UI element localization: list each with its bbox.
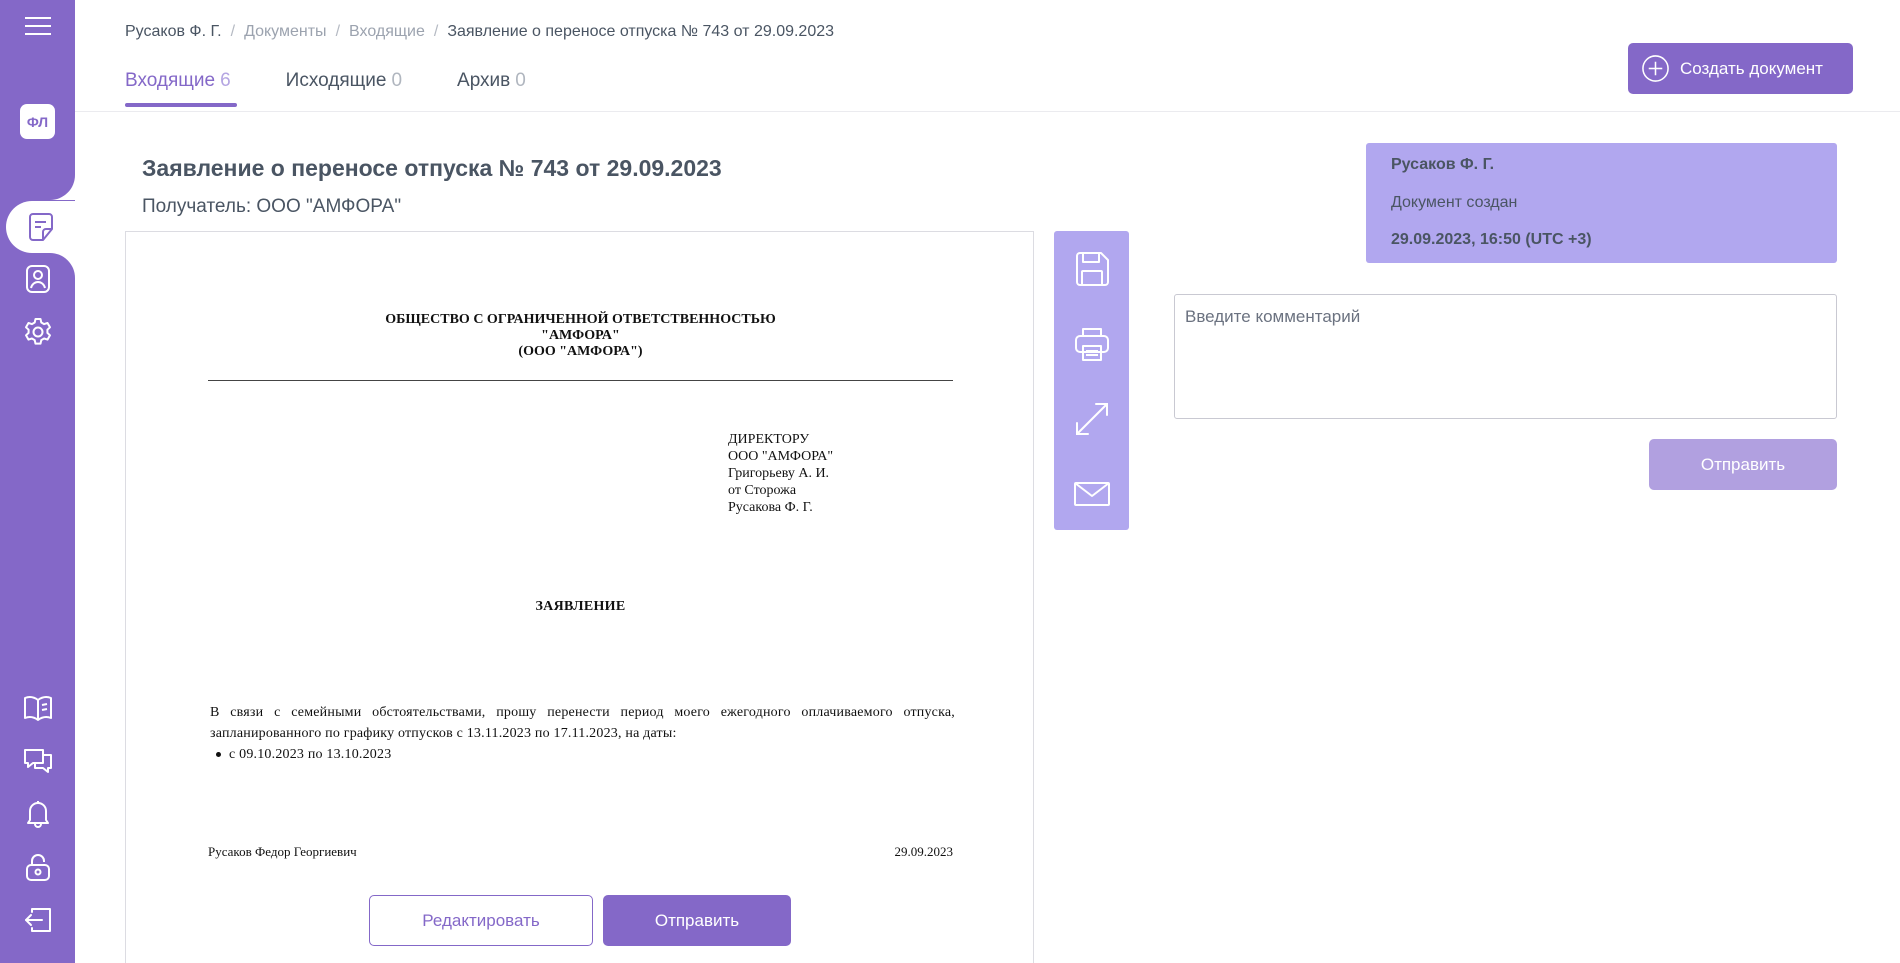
sidebar-item-security[interactable] <box>0 841 75 893</box>
addressee-line: Русакова Ф. Г. <box>728 500 813 515</box>
history-card: Русаков Ф. Г. Документ создан 29.09.2023… <box>1366 143 1837 263</box>
addressee-line: от Сторожа <box>728 483 797 498</box>
org-name-line: "АМФОРА" <box>541 328 620 343</box>
sidebar-item-documents[interactable] <box>6 201 75 253</box>
breadcrumb-incoming[interactable]: Входящие <box>349 23 425 41</box>
sidebar-item-profile[interactable] <box>0 253 75 305</box>
addressee-line: ДИРЕКТОРУ <box>728 432 810 447</box>
document-toolbar <box>1054 231 1129 530</box>
tab-label: Архив <box>457 70 511 91</box>
sidebar-item-logout[interactable] <box>0 894 75 946</box>
statement-body: В связи с семейными обстоятельствами, пр… <box>210 702 955 765</box>
org-divider <box>208 380 953 381</box>
document-recipient: Получатель: ООО "АМФОРА" <box>142 196 402 217</box>
expand-button[interactable] <box>1054 381 1129 456</box>
sidebar-item-knowledge[interactable] <box>0 682 75 734</box>
create-document-button[interactable]: Создать документ <box>1628 43 1853 94</box>
sidebar-item-settings[interactable] <box>0 306 75 358</box>
app-root: ФЛ Русаков Ф. Г. / Документы / Входящие … <box>0 0 1900 963</box>
signature-row: Русаков Федор Георгиевич 29.09.2023 <box>208 844 953 860</box>
mail-button[interactable] <box>1054 456 1129 531</box>
history-timestamp: 29.09.2023, 16:50 (UTC +3) <box>1391 231 1592 248</box>
book-icon <box>23 695 52 721</box>
history-action: Документ создан <box>1391 194 1518 211</box>
signature-date: 29.09.2023 <box>894 844 954 859</box>
breadcrumb-separator: / <box>433 23 439 40</box>
tabs: Входящие 6 Исходящие 0 Архив 0 <box>125 70 581 107</box>
send-comment-button[interactable]: Отправить <box>1649 439 1837 490</box>
addressee-line: Григорьеву А. И. <box>728 466 830 481</box>
signer-name: Русаков Федор Георгиевич <box>208 844 357 859</box>
documents-icon <box>28 213 53 241</box>
profile-icon <box>25 265 50 293</box>
list-item-text: с 09.10.2023 по 13.10.2023 <box>229 747 392 762</box>
tab-archive[interactable]: Архив 0 <box>457 70 526 106</box>
statement-paragraph: В связи с семейными обстоятельствами, пр… <box>210 705 955 741</box>
tab-outgoing[interactable]: Исходящие 0 <box>286 70 402 106</box>
sidebar-notch <box>50 175 75 200</box>
tab-label: Исходящие <box>285 70 387 91</box>
breadcrumb-separator: / <box>230 23 236 40</box>
menu-icon[interactable] <box>0 0 75 52</box>
tab-label: Входящие <box>125 70 216 91</box>
list-item: с 09.10.2023 по 13.10.2023 <box>210 744 955 765</box>
mail-icon <box>1073 481 1110 506</box>
page-title: Заявление о переносе отпуска № 743 от 29… <box>142 155 722 181</box>
bullet-dot <box>216 752 221 757</box>
org-name-line: ОБЩЕСТВО С ОГРАНИЧЕННОЙ ОТВЕТСТВЕННОСТЬЮ <box>385 312 776 327</box>
sidebar-item-support[interactable] <box>0 735 75 787</box>
breadcrumb-user[interactable]: Русаков Ф. Г. <box>125 23 222 41</box>
create-document-label: Создать документ <box>1680 58 1823 78</box>
plus-circle-icon <box>1642 55 1669 82</box>
settings-icon <box>24 318 51 345</box>
addressee-block: ДИРЕКТОРУ ООО "АМФОРА" Григорьеву А. И. … <box>728 431 833 516</box>
org-name-line: (ООО "АМФОРА") <box>518 344 643 359</box>
statement-title: ЗАЯВЛЕНИЕ <box>535 599 626 614</box>
org-header: ОБЩЕСТВО С ОГРАНИЧЕННОЙ ОТВЕТСТВЕННОСТЬЮ… <box>208 312 953 360</box>
breadcrumb-documents[interactable]: Документы <box>244 23 326 41</box>
breadcrumb: Русаков Ф. Г. / Документы / Входящие / З… <box>125 23 834 41</box>
save-icon <box>1075 251 1109 286</box>
breadcrumb-current: Заявление о переносе отпуска № 743 от 29… <box>447 23 835 40</box>
tab-count: 0 <box>391 70 403 91</box>
history-author: Русаков Ф. Г. <box>1391 156 1495 173</box>
save-button[interactable] <box>1054 231 1129 306</box>
document-preview: ОБЩЕСТВО С ОГРАНИЧЕННОЙ ОТВЕТСТВЕННОСТЬЮ… <box>125 231 1034 963</box>
tab-count: 0 <box>515 70 526 91</box>
avatar[interactable]: ФЛ <box>20 104 55 139</box>
lock-icon <box>25 854 50 881</box>
expand-icon <box>1075 402 1108 435</box>
send-document-button[interactable]: Отправить <box>603 895 791 946</box>
tab-count: 6 <box>220 70 231 91</box>
document-paper: ОБЩЕСТВО С ОГРАНИЧЕННОЙ ОТВЕТСТВЕННОСТЬЮ… <box>208 312 955 859</box>
support-chat-icon <box>23 749 52 773</box>
header-divider <box>75 111 1900 112</box>
print-button[interactable] <box>1054 306 1129 381</box>
sidebar-item-notifications[interactable] <box>0 788 75 840</box>
sidebar: ФЛ <box>0 0 75 963</box>
comment-input[interactable] <box>1174 294 1837 419</box>
logout-icon <box>24 908 51 932</box>
tab-incoming[interactable]: Входящие 6 <box>125 70 237 107</box>
edit-button[interactable]: Редактировать <box>369 895 593 946</box>
addressee-line: ООО "АМФОРА" <box>728 449 834 464</box>
breadcrumb-separator: / <box>335 23 341 40</box>
print-icon <box>1074 327 1109 361</box>
notifications-icon <box>26 801 49 828</box>
